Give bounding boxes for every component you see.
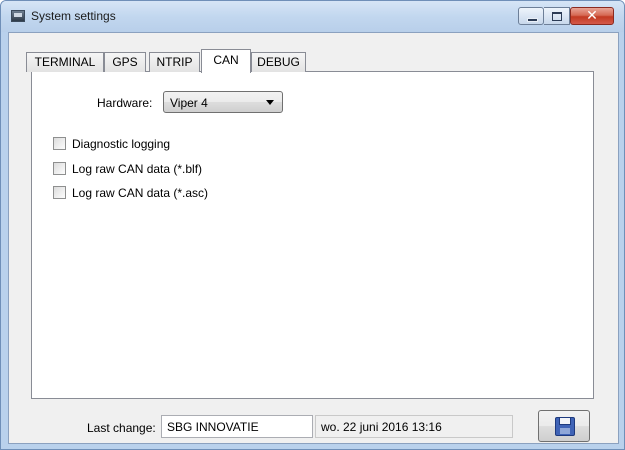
hardware-label: Hardware: — [97, 96, 153, 110]
checkbox-label: Log raw CAN data (*.asc) — [72, 186, 209, 200]
tab-label: CAN — [213, 53, 239, 67]
tab-label: TERMINAL — [34, 55, 96, 69]
close-button[interactable]: ✕ — [570, 7, 614, 25]
tab-can[interactable]: CAN — [201, 49, 251, 73]
maximize-button[interactable] — [544, 7, 570, 25]
diagnostic-logging-checkbox[interactable] — [53, 137, 66, 150]
tab-debug[interactable]: DEBUG — [251, 52, 306, 72]
window-icon — [11, 10, 25, 22]
tab-gps[interactable]: GPS — [104, 52, 146, 72]
log-raw-asc-checkbox[interactable] — [53, 186, 66, 199]
checkbox-label: Diagnostic logging — [72, 137, 171, 151]
minimize-icon — [519, 8, 543, 24]
minimize-button[interactable] — [518, 7, 544, 25]
window-title: System settings — [31, 9, 116, 23]
dropdown-arrow-icon — [266, 100, 274, 105]
close-icon: ✕ — [586, 8, 598, 24]
last-change-date-field: wo. 22 juni 2016 13:16 — [315, 415, 513, 438]
hardware-selected-value: Viper 4 — [170, 96, 208, 110]
save-button[interactable] — [538, 410, 590, 442]
tab-label: DEBUG — [257, 55, 300, 69]
last-change-label: Last change: — [87, 421, 156, 435]
tab-label: NTRIP — [156, 55, 193, 69]
floppy-disk-icon — [555, 417, 575, 436]
last-change-user-field[interactable]: SBG INNOVATIE — [161, 415, 313, 438]
maximize-icon — [544, 8, 569, 24]
log-raw-blf-checkbox[interactable] — [53, 162, 66, 175]
tab-ntrip[interactable]: NTRIP — [149, 52, 200, 72]
title-bar[interactable]: System settings ✕ — [1, 1, 624, 32]
tab-terminal[interactable]: TERMINAL — [26, 52, 104, 72]
tab-panel-can — [31, 71, 594, 399]
checkbox-label: Log raw CAN data (*.blf) — [72, 162, 203, 176]
hardware-dropdown[interactable]: Viper 4 — [163, 91, 283, 113]
tab-label: GPS — [112, 55, 138, 69]
